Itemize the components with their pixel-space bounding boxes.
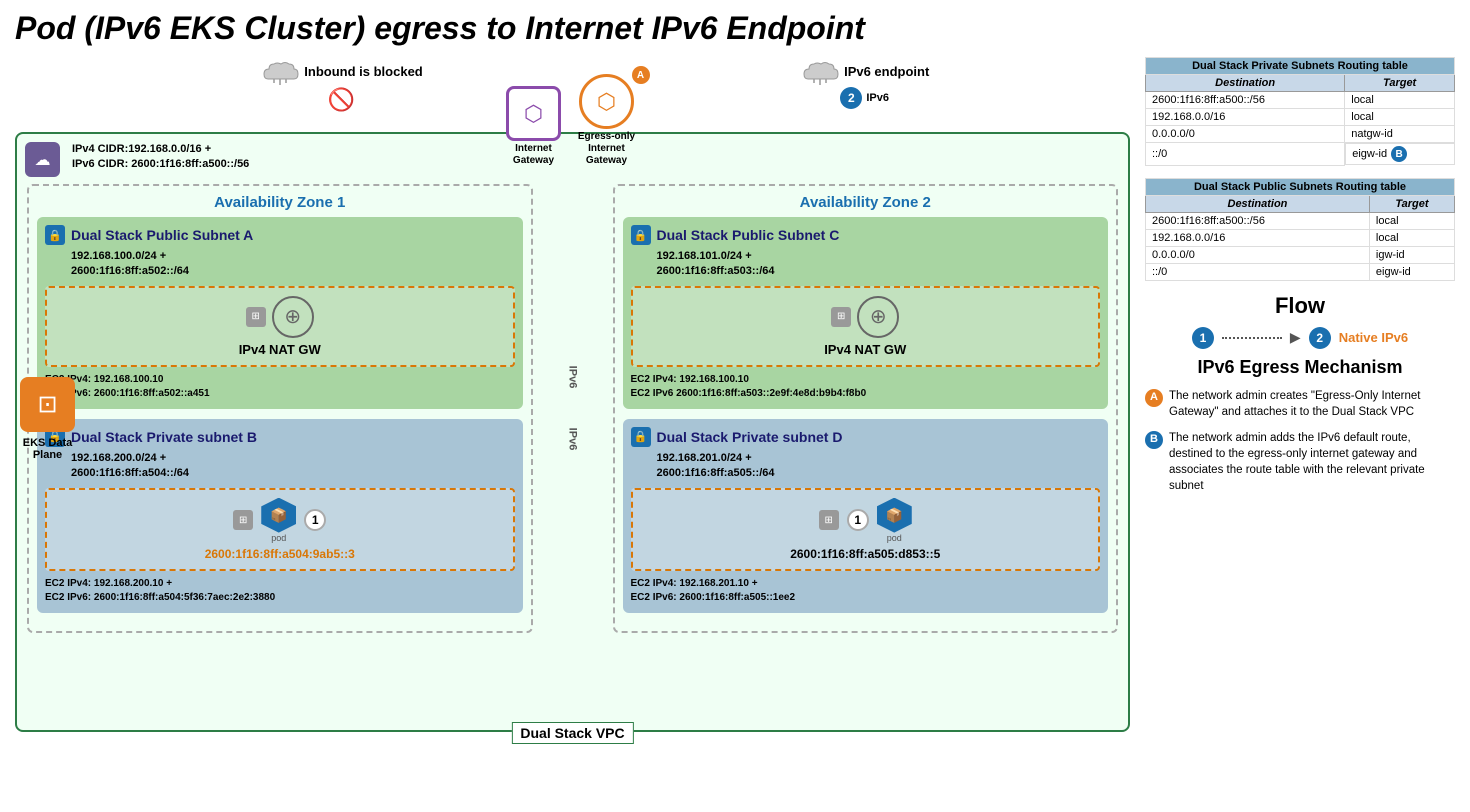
az2-pod-ipv6: 2600:1f16:8ff:a505:d853::5 <box>790 547 940 561</box>
igw-icon: ⬡ <box>506 86 561 141</box>
flow-badge-2: 2 <box>1309 327 1331 349</box>
flow-title: Flow <box>1145 293 1455 319</box>
az1-nat-label: IPv4 NAT GW <box>239 342 321 357</box>
igw-label: Internet Gateway <box>504 143 564 167</box>
flow-badge-1: 1 <box>1192 327 1214 349</box>
az2-pod-badge1: 1 <box>847 509 869 531</box>
az2-zone: Availability Zone 2 🔒 Dual Stack Public … <box>613 184 1119 633</box>
az1-private-subnet-name: Dual Stack Private subnet B <box>71 429 257 445</box>
private-rt-row-3: 0.0.0.0/0 natgw-id <box>1146 126 1455 143</box>
az1-pod-sublabel: pod <box>271 533 286 543</box>
eks-icon: ⊡ <box>20 377 75 432</box>
az2-pod-corner: ⊞ <box>819 510 839 530</box>
az2-pod-icon: 📦 <box>877 498 912 533</box>
eigw-badge-a: A <box>632 66 650 84</box>
az1-public-subnet-cidr4: 192.168.100.0/24 + 2600:1f16:8ff:a502::/… <box>71 249 515 280</box>
cloud-icon-left <box>260 57 300 85</box>
right-panel: Dual Stack Private Subnets Routing table… <box>1145 57 1455 732</box>
az2-pod-sublabel: pod <box>887 533 902 543</box>
az1-public-subnet: 🔒 Dual Stack Public Subnet A 192.168.100… <box>37 217 523 409</box>
mechanism-item-a: A The network admin creates "Egress-Only… <box>1145 388 1455 420</box>
ipv6-endpoint-label: IPv6 endpoint <box>844 64 929 79</box>
ipv6-mid-top: IPv6 <box>566 366 578 389</box>
mechanism-section: IPv6 Egress Mechanism A The network admi… <box>1145 357 1455 495</box>
public-routing-table: Dual Stack Public Subnets Routing table … <box>1145 178 1455 281</box>
az1-public-subnet-name: Dual Stack Public Subnet A <box>71 227 253 243</box>
az1-zone: Availability Zone 1 🔒 Dual Stack Public … <box>27 184 533 633</box>
az2-public-ec2-info: EC2 IPv4: 192.168.100.10 EC2 IPv6 2600:1… <box>631 373 1101 401</box>
az2-title: Availability Zone 2 <box>623 194 1109 211</box>
badge-b-rt: B <box>1391 146 1407 162</box>
az1-pod-ipv6: 2600:1f16:8ff:a504:9ab5::3 <box>205 547 355 561</box>
az2-private-ec2-info: EC2 IPv4: 192.168.201.10 + EC2 IPv6: 260… <box>631 577 1101 605</box>
public-rt-row-3: 0.0.0.0/0 igw-id <box>1146 246 1455 263</box>
az1-private-subnet-cidr: 192.168.200.0/24 + 2600:1f16:8ff:a504::/… <box>71 451 515 482</box>
az1-pod-badge1: 1 <box>304 509 326 531</box>
mechanism-title: IPv6 Egress Mechanism <box>1145 357 1455 378</box>
private-rt-row-4: ::/0 eigw-id B <box>1146 143 1455 166</box>
az1-public-ec2-info: EC2 IPv4: 192.168.100.10 EC2 IPv6: 2600:… <box>45 373 515 401</box>
private-rt-row-1: 2600:1f16:8ff:a500::/56 local <box>1146 92 1455 109</box>
public-rt-row-4: ::/0 eigw-id <box>1146 263 1455 280</box>
private-rt-row-2: 192.168.0.0/16 local <box>1146 109 1455 126</box>
inbound-blocked-label: Inbound is blocked <box>304 64 422 79</box>
az1-nat-icon: ⊕ <box>272 296 314 338</box>
no-entry-icon: 🚫 <box>328 87 355 113</box>
az1-pod-corner: ⊞ <box>233 510 253 530</box>
public-rt-row-1: 2600:1f16:8ff:a500::/56 local <box>1146 212 1455 229</box>
vpc-label: Dual Stack VPC <box>511 722 633 744</box>
mechanism-badge-a: A <box>1145 389 1163 407</box>
az2-nat-box: ⊞ ⊕ IPv4 NAT GW <box>631 286 1101 367</box>
az2-private-subnet: 🔒 Dual Stack Private subnet D 192.168.20… <box>623 419 1109 613</box>
az1-pod-icon: 📦 <box>261 498 296 533</box>
badge-2-top: 2 <box>840 87 862 109</box>
eks-label: EKS Data Plane <box>10 437 85 461</box>
az1-nat-corner: ⊞ <box>246 307 266 327</box>
flow-arrow: ▶ <box>1290 329 1301 346</box>
az2-nat-corner: ⊞ <box>831 307 851 327</box>
eigw-icon: ⬡ <box>579 74 634 129</box>
ipv6-endpoint-area: IPv6 endpoint 2 IPv6 <box>800 57 929 109</box>
page-title: Pod (IPv6 EKS Cluster) egress to Interne… <box>15 10 1455 47</box>
az2-public-subnet-cidr: 192.168.101.0/24 + 2600:1f16:8ff:a503::/… <box>657 249 1101 280</box>
flow-row: 1 ▶ 2 Native IPv6 <box>1145 327 1455 349</box>
flow-dots-line <box>1222 337 1282 339</box>
az2-private-subnet-cidr: 192.168.201.0/24 + 2600:1f16:8ff:a505::/… <box>657 451 1101 482</box>
az2-public-subnet-name: Dual Stack Public Subnet C <box>657 227 840 243</box>
az1-public-lock-icon: 🔒 <box>45 225 65 245</box>
az2-private-subnet-name: Dual Stack Private subnet D <box>657 429 843 445</box>
az1-pod-box: ⊞ 📦 pod 1 2600:1f16:8ff:a504:9ab5::3 <box>45 488 515 571</box>
vpc-icon: ☁ <box>25 142 60 177</box>
az1-title: Availability Zone 1 <box>37 194 523 211</box>
vpc-box: IPv4 CIDR:192.168.0.0/16 + IPv6 CIDR: 26… <box>15 132 1130 732</box>
az2-public-lock-icon: 🔒 <box>631 225 651 245</box>
az2-private-lock-icon: 🔒 <box>631 427 651 447</box>
flow-type-label: Native IPv6 <box>1339 330 1408 345</box>
private-routing-table: Dual Stack Private Subnets Routing table… <box>1145 57 1455 166</box>
az1-private-subnet: 🔒 Dual Stack Private subnet B 192.168.20… <box>37 419 523 613</box>
ipv6-mid-bottom: IPv6 <box>566 428 578 451</box>
vpc-cidr-info: IPv4 CIDR:192.168.0.0/16 + IPv6 CIDR: 26… <box>72 142 249 173</box>
mechanism-item-b: B The network admin adds the IPv6 defaul… <box>1145 430 1455 494</box>
mechanism-text-b: The network admin adds the IPv6 default … <box>1169 430 1455 494</box>
inbound-blocked-area: Inbound is blocked 🚫 <box>260 57 422 113</box>
cloud-icon-right <box>800 57 840 85</box>
az2-nat-label: IPv4 NAT GW <box>824 342 906 357</box>
mechanism-text-a: The network admin creates "Egress-Only I… <box>1169 388 1455 420</box>
gateway-area: ⬡ Internet Gateway A ⬡ Egress-only Inter… <box>504 74 642 167</box>
az2-pod-box: ⊞ 1 📦 pod 2600:1f16:8ff:a505:d853::5 <box>631 488 1101 571</box>
ipv6-label-top: IPv6 <box>866 92 889 104</box>
mechanism-badge-b: B <box>1145 431 1163 449</box>
az2-public-subnet: 🔒 Dual Stack Public Subnet C 192.168.101… <box>623 217 1109 409</box>
flow-section: Flow 1 ▶ 2 Native IPv6 <box>1145 293 1455 349</box>
az1-nat-box: ⊞ ⊕ IPv4 NAT GW <box>45 286 515 367</box>
az1-private-ec2-info: EC2 IPv4: 192.168.200.10 + EC2 IPv6: 260… <box>45 577 515 605</box>
az2-nat-icon: ⊕ <box>857 296 899 338</box>
public-rt-row-2: 192.168.0.0/16 local <box>1146 229 1455 246</box>
eigw-label: Egress-only Internet Gateway <box>572 131 642 167</box>
